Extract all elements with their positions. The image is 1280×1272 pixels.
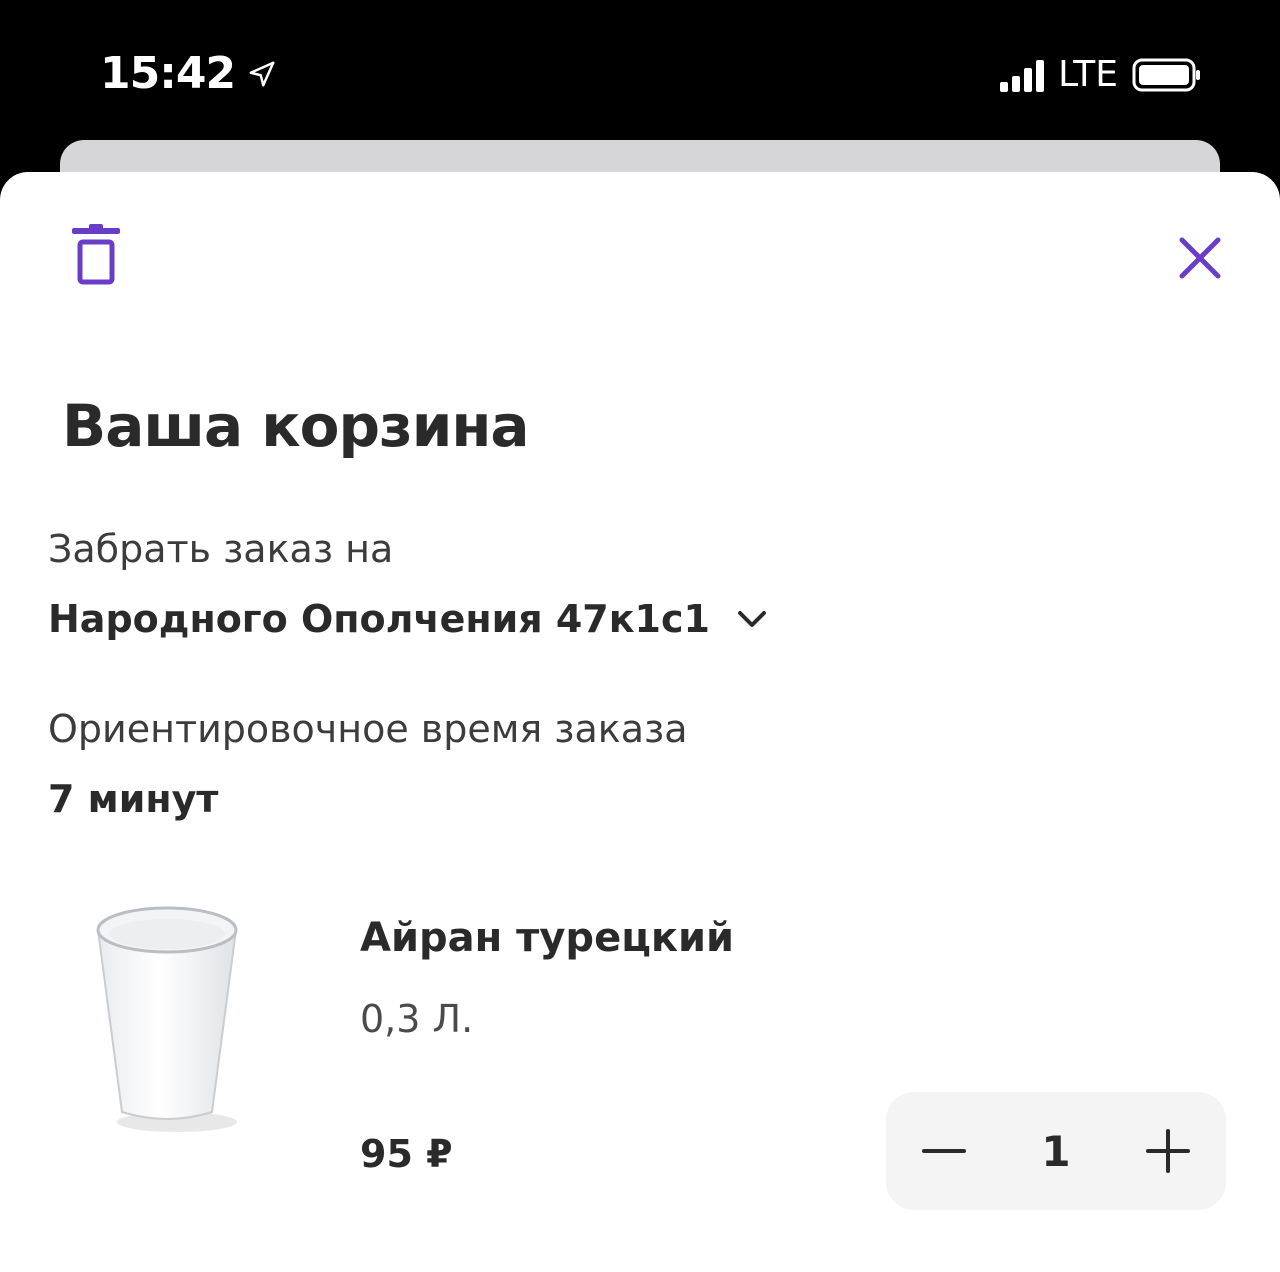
chevron-down-icon [737, 611, 766, 627]
pickup-label: Забрать заказ на [48, 527, 394, 571]
eta-value: 7 минут [48, 777, 219, 821]
page-title: Ваша корзина [62, 392, 530, 460]
battery-icon [1132, 58, 1200, 91]
signal-icon [1000, 58, 1045, 92]
location-arrow-icon [249, 61, 275, 86]
item-volume: 0,3 Л. [360, 997, 474, 1041]
plus-icon[interactable] [1140, 1123, 1196, 1179]
product-image [96, 906, 238, 1132]
item-price: 95 ₽ [360, 1132, 453, 1176]
status-bar: 15:42 LTE [0, 0, 1280, 140]
pickup-address-selector[interactable]: Народного Ополчения 47к1с1 [48, 597, 770, 641]
status-indicators: LTE [1000, 54, 1202, 95]
status-time: 15:42 [100, 48, 277, 99]
clock-text: 15:42 [100, 48, 236, 99]
eta-label: Ориентировочное время заказа [48, 707, 688, 751]
cart-sheet: Ваша корзина Забрать заказ на Народного … [0, 172, 1280, 1272]
pickup-address: Народного Ополчения 47к1с1 [48, 597, 710, 641]
item-name: Айран турецкий [360, 915, 735, 961]
trash-icon[interactable] [70, 224, 122, 288]
quantity-value: 1 [1041, 1126, 1071, 1176]
quantity-stepper: 1 [886, 1092, 1226, 1210]
minus-icon[interactable] [916, 1123, 972, 1179]
network-type: LTE [1058, 54, 1118, 95]
close-icon[interactable] [1172, 230, 1228, 286]
